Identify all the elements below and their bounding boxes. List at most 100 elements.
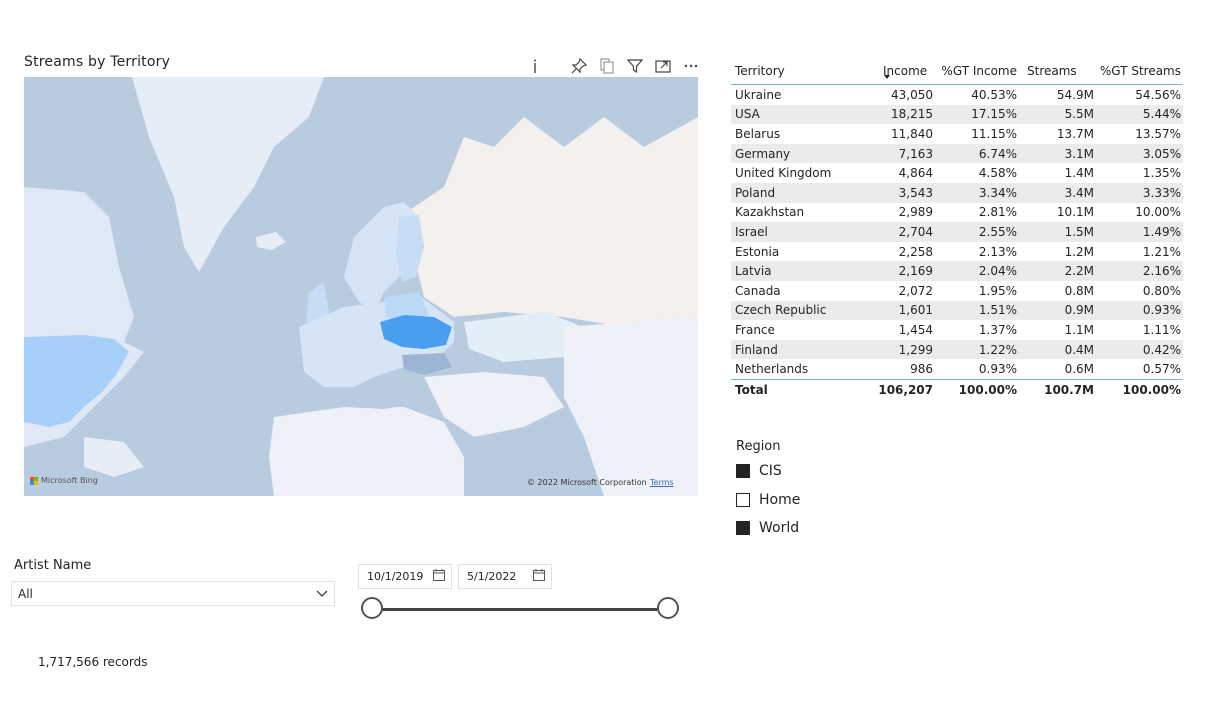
world-checkbox[interactable] <box>736 521 750 535</box>
table-row[interactable]: Belarus 11,840 11.15% 13.7M 13.57% <box>731 124 1183 144</box>
column-header-gt-income[interactable]: %GT Income <box>933 64 1017 78</box>
cell-streams: 13.7M <box>1056 126 1094 141</box>
terms-link[interactable]: Terms <box>650 478 674 487</box>
table-row[interactable]: Canada 2,072 1.95% 0.8M 0.80% <box>731 281 1183 301</box>
territory-table: Territory Income %GT Income Streams %GT … <box>731 58 1183 400</box>
date-range-slider-track[interactable] <box>372 608 668 611</box>
cell-gt-streams: 10.00% <box>1135 205 1181 220</box>
calendar-icon[interactable] <box>533 569 545 584</box>
end-date-input[interactable]: 5/1/2022 <box>458 564 552 589</box>
table-row[interactable]: Poland 3,543 3.34% 3.4M 3.33% <box>731 182 1183 203</box>
cell-income: 7,163 <box>898 146 933 161</box>
cell-gt-streams: 0.80% <box>1142 283 1181 298</box>
cell-territory: Israel <box>735 224 768 239</box>
cell-gt-income: 2.13% <box>978 244 1017 259</box>
map-canvas[interactable] <box>24 77 698 496</box>
cell-territory: Poland <box>735 185 776 200</box>
table-row[interactable]: France 1,454 1.37% 1.1M 1.11% <box>731 320 1183 340</box>
pin-icon[interactable] <box>571 58 587 74</box>
region-item-world[interactable]: World <box>736 520 799 536</box>
africa-land <box>269 407 464 496</box>
cell-streams: 3.1M <box>1064 146 1094 161</box>
cell-streams: 1.1M <box>1064 322 1094 337</box>
artist-dropdown[interactable]: All <box>11 581 335 606</box>
table-row[interactable]: Finland 1,299 1.22% 0.4M 0.42% <box>731 339 1183 360</box>
cell-income: 18,215 <box>891 107 933 122</box>
column-header-income[interactable]: Income <box>857 64 933 78</box>
table-row[interactable]: Latvia 2,169 2.04% 2.2M 2.16% <box>731 261 1183 281</box>
cell-gt-streams: 5.44% <box>1142 107 1181 122</box>
cell-gt-streams: 0.93% <box>1142 303 1181 318</box>
artist-dropdown-value: All <box>18 586 33 601</box>
cell-gt-income: 0.93% <box>978 362 1017 377</box>
cell-streams: 1.4M <box>1064 166 1094 181</box>
table-row[interactable]: USA 18,215 17.15% 5.5M 5.44% <box>731 104 1183 125</box>
home-checkbox[interactable] <box>736 493 750 507</box>
cell-gt-income: 2.04% <box>978 264 1017 279</box>
focus-mode-icon[interactable] <box>655 58 671 74</box>
total-gt-streams: 100.00% <box>1122 382 1181 397</box>
cell-gt-streams: 13.57% <box>1135 126 1181 141</box>
cell-territory: USA <box>735 107 760 122</box>
cell-income: 1,299 <box>898 342 933 357</box>
cell-gt-income: 1.95% <box>978 283 1017 298</box>
cell-streams: 5.5M <box>1064 107 1094 122</box>
cell-streams: 54.9M <box>1056 87 1094 102</box>
column-header-gt-streams[interactable]: %GT Streams <box>1094 64 1181 78</box>
cell-territory: United Kingdom <box>735 166 832 181</box>
cell-gt-income: 40.53% <box>971 87 1017 102</box>
cell-income: 1,454 <box>898 322 933 337</box>
sort-descending-icon <box>884 75 890 79</box>
cell-gt-income: 3.34% <box>978 185 1017 200</box>
cell-territory: Netherlands <box>735 362 809 377</box>
cell-gt-income: 2.55% <box>978 224 1017 239</box>
cell-gt-streams: 0.57% <box>1142 362 1181 377</box>
record-count: 1,717,566 records <box>38 655 148 669</box>
microsoft-logo-icon <box>30 476 38 485</box>
table-row[interactable]: Germany 7,163 6.74% 3.1M 3.05% <box>731 143 1183 164</box>
region-item-home[interactable]: Home <box>736 492 800 508</box>
table-row[interactable]: Estonia 2,258 2.13% 1.2M 1.21% <box>731 242 1183 262</box>
column-header-streams[interactable]: Streams <box>1017 64 1094 78</box>
chevron-down-icon <box>316 587 328 601</box>
region-item-label: World <box>759 520 800 536</box>
total-income: 106,207 <box>878 382 933 397</box>
cell-gt-income: 2.81% <box>978 205 1017 220</box>
table-row[interactable]: Czech Republic 1,601 1.51% 0.9M 0.93% <box>731 300 1183 321</box>
region-slicer-title: Region <box>736 439 781 454</box>
total-streams: 100.7M <box>1044 382 1094 397</box>
visual-header-toolbar <box>527 56 711 76</box>
cell-gt-income: 1.51% <box>978 303 1017 318</box>
table-row[interactable]: Israel 2,704 2.55% 1.5M 1.49% <box>731 222 1183 242</box>
cell-income: 3,543 <box>898 185 933 200</box>
cell-territory: Canada <box>735 283 781 298</box>
column-header-territory[interactable]: Territory <box>731 64 857 78</box>
cis-checkbox[interactable] <box>736 464 750 478</box>
table-row[interactable]: Kazakhstan 2,989 2.81% 10.1M 10.00% <box>731 203 1183 223</box>
info-icon[interactable] <box>527 58 543 74</box>
total-gt-income: 100.00% <box>958 382 1017 397</box>
cell-gt-streams: 3.05% <box>1142 146 1181 161</box>
cell-gt-income: 1.22% <box>978 342 1017 357</box>
filter-icon[interactable] <box>627 58 643 74</box>
cell-income: 11,840 <box>891 126 933 141</box>
cell-streams: 10.1M <box>1056 205 1094 220</box>
copy-icon[interactable] <box>599 58 615 74</box>
table-row[interactable]: United Kingdom 4,864 4.58% 1.4M 1.35% <box>731 163 1183 183</box>
region-item-label: CIS <box>759 463 782 479</box>
cell-gt-income: 6.74% <box>978 146 1017 161</box>
slider-start-handle[interactable] <box>361 597 383 619</box>
cell-streams: 1.5M <box>1064 224 1094 239</box>
table-row[interactable]: Netherlands 986 0.93% 0.6M 0.57% <box>731 359 1183 379</box>
table-row[interactable]: Ukraine 43,050 40.53% 54.9M 54.56% <box>731 85 1183 105</box>
start-date-input[interactable]: 10/1/2019 <box>358 564 452 589</box>
calendar-icon[interactable] <box>433 569 445 584</box>
slider-end-handle[interactable] <box>657 597 679 619</box>
cell-gt-streams: 2.16% <box>1142 264 1181 279</box>
cell-streams: 0.8M <box>1064 283 1094 298</box>
cell-gt-streams: 1.35% <box>1142 166 1181 181</box>
cell-territory: Czech Republic <box>735 303 827 318</box>
more-options-icon[interactable] <box>683 58 699 74</box>
cell-streams: 3.4M <box>1064 185 1094 200</box>
region-item-cis[interactable]: CIS <box>736 463 782 479</box>
